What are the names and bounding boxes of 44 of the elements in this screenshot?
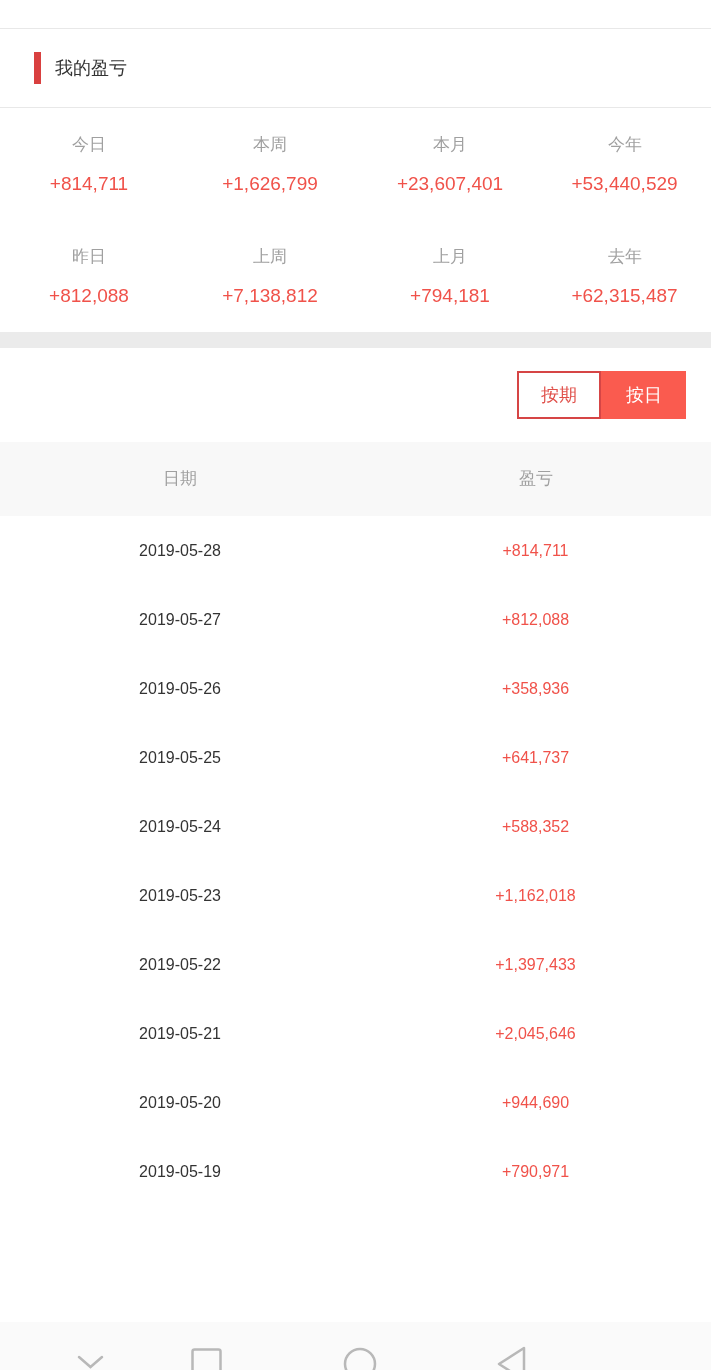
profit-value: +1,626,799: [222, 172, 318, 196]
chevron-down-icon[interactable]: [77, 1355, 104, 1370]
table-cell-text: +1,162,018: [495, 885, 576, 906]
profit-value: +62,315,487: [571, 284, 678, 308]
column-header: 盈亏: [518, 468, 553, 490]
period-label: 去年: [607, 246, 642, 268]
profit-value: +812,088: [49, 284, 129, 308]
period-label: 本月: [433, 134, 467, 156]
triangle-icon[interactable]: [497, 1346, 527, 1370]
period-label: 本周: [253, 134, 287, 156]
period-label: 上周: [253, 246, 287, 268]
table-cell-text: +812,088: [501, 609, 570, 630]
table-cell-text: +944,690: [501, 1092, 570, 1113]
table-cell-text: 2019-05-24: [139, 816, 221, 837]
profit-value: +53,440,529: [571, 172, 678, 196]
table-cell-text: 2019-05-28: [139, 540, 221, 561]
view-toggle-tab[interactable]: 按日: [601, 371, 686, 419]
profit-value: +814,711: [49, 172, 129, 196]
table-cell-text: 2019-05-22: [139, 954, 221, 975]
table-cell-text: 2019-05-23: [139, 885, 221, 906]
table-cell-text: 2019-05-27: [139, 609, 221, 630]
table-cell-text: +1,397,433: [495, 954, 576, 975]
view-toggle-tab[interactable]: 按期: [517, 371, 601, 419]
period-label: 上月: [433, 246, 467, 268]
table-cell-text: +588,352: [501, 816, 570, 837]
table-cell-text: +790,971: [501, 1161, 570, 1182]
table-cell-text: 2019-05-21: [139, 1023, 221, 1044]
table-cell-text: +814,711: [502, 540, 569, 561]
profit-value: +23,607,401: [396, 172, 504, 196]
period-label: 今年: [607, 134, 642, 156]
section-title: 我的盈亏: [55, 57, 127, 80]
table-cell-text: +358,936: [501, 678, 570, 699]
profit-value: +7,138,812: [222, 284, 318, 308]
profit-value: +794,181: [410, 284, 490, 308]
period-label: 今日: [72, 134, 106, 156]
period-label: 昨日: [72, 246, 106, 268]
table-cell-text: 2019-05-19: [139, 1161, 221, 1182]
column-header: 日期: [163, 468, 197, 490]
table-cell-text: +2,045,646: [495, 1023, 576, 1044]
table-cell-text: 2019-05-20: [139, 1092, 221, 1113]
accent-bar: [34, 52, 41, 84]
table-cell-text: +641,737: [501, 747, 570, 768]
table-cell-text: 2019-05-26: [139, 678, 221, 699]
table-cell-text: 2019-05-25: [139, 747, 221, 768]
